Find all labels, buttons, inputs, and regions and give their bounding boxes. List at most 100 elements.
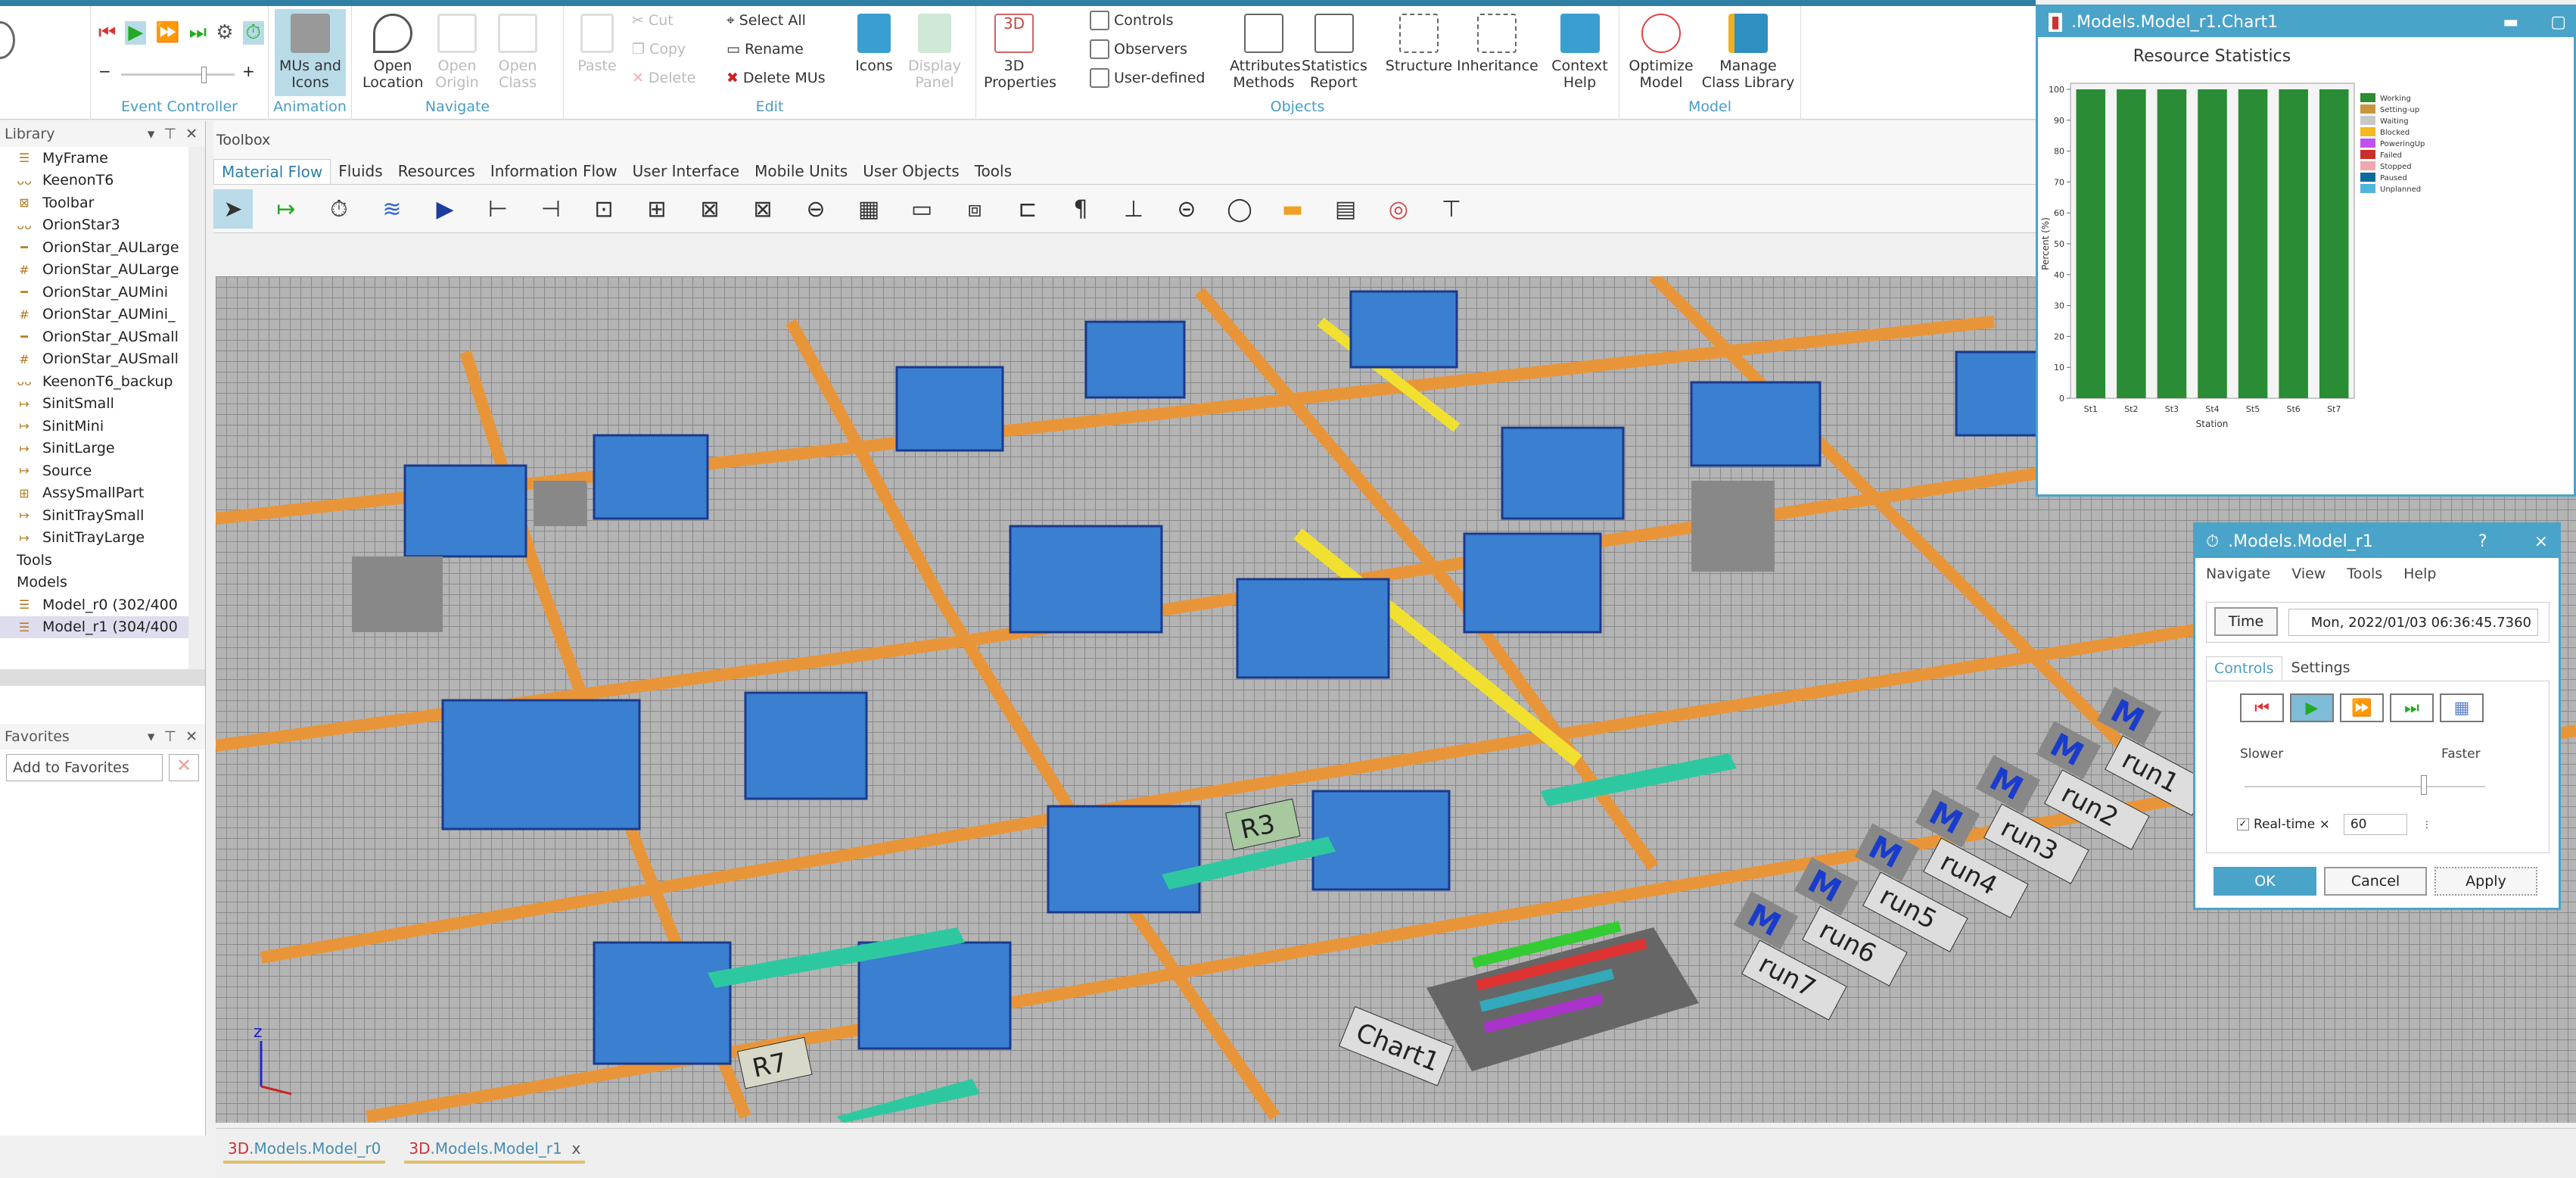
ok-button[interactable]: OK [2214, 867, 2316, 896]
inheritance-button[interactable]: Inheritance [1457, 14, 1538, 74]
help-button[interactable]: ? [2478, 532, 2487, 551]
event-controller-icon[interactable]: ⏱ [319, 189, 359, 229]
context-help-button[interactable]: Context Help [1551, 14, 1608, 91]
library-item[interactable]: ↦ SinitTraySmall [0, 504, 188, 527]
pointer-icon[interactable]: ➤ [213, 189, 253, 229]
library-item[interactable]: # OrionStar_AUMini_ [0, 304, 188, 326]
user-defined-button[interactable]: User-defined [1090, 68, 1205, 88]
library-item[interactable]: ↦ Source [0, 460, 188, 482]
dialog-titlebar[interactable]: ⏱ .Models.Model_r1 ? × [2195, 525, 2559, 558]
toolbox-tab[interactable]: Mobile Units [747, 159, 855, 184]
dialog-menu-item[interactable]: Help [2403, 566, 2436, 582]
connector-icon[interactable]: ↦ [266, 189, 306, 229]
tab-settings[interactable]: Settings [2282, 656, 2360, 680]
realtime-checkbox[interactable]: ✓ [2237, 818, 2249, 831]
cut-button[interactable]: ✂ Cut [632, 12, 674, 29]
library-item[interactable]: ━ OrionStar_AULarge [0, 236, 188, 259]
transfer-station-icon[interactable]: ◯ [1220, 189, 1259, 229]
library-item[interactable]: ᴗᴗ KeenonT6_backup [0, 370, 188, 393]
assembly-icon[interactable]: ⊠ [690, 189, 730, 229]
track-icon[interactable]: ▬ [1273, 189, 1312, 229]
play-icon[interactable]: ▶ [125, 21, 147, 45]
dialog-menu-item[interactable]: View [2291, 566, 2326, 582]
apply-button[interactable]: Apply [2434, 867, 2537, 896]
chart-window-titlebar[interactable]: ▮ .Models.Model_r1.Chart1 ▬ ▢ [2038, 7, 2574, 37]
library-item[interactable]: ⊠ Toolbar [0, 192, 188, 214]
library-item[interactable]: Tools [0, 549, 188, 572]
remove-favorite-icon[interactable]: ✕ [169, 754, 199, 781]
add-to-favorites-button[interactable]: Add to Favorites [6, 754, 163, 781]
frame-icon[interactable]: ≋ [372, 189, 412, 229]
library-item[interactable]: ⊞ AssySmallPart [0, 482, 188, 505]
two-lane-track-icon[interactable]: ▤ [1326, 189, 1365, 229]
tab-controls[interactable]: Controls [2206, 656, 2282, 680]
calendar-button[interactable]: ▦ [2440, 693, 2484, 722]
panel-controls[interactable]: ▾ ⊤ ✕ [148, 728, 198, 745]
open-class-button[interactable]: Open Class [491, 14, 544, 91]
tab-model-r0[interactable]: 3D.Models.Model_r0 [223, 1139, 386, 1164]
library-item[interactable]: # OrionStar_AUSmall [0, 348, 188, 371]
attributes-methods-button[interactable]: Attributes Methods [1230, 14, 1301, 91]
toolbox-tab[interactable]: Material Flow [213, 159, 331, 184]
speed-slider[interactable] [2245, 775, 2485, 798]
library-item[interactable]: ↦ SinitMini [0, 415, 188, 438]
controls-button[interactable]: Controls [1090, 11, 1174, 30]
slider-thumb[interactable] [2420, 775, 2427, 795]
step-button[interactable]: ⏭ [2390, 693, 2434, 722]
fast-forward-icon[interactable]: ⏩ [155, 21, 179, 45]
3d-properties-button[interactable]: 3D 3D Properties [984, 14, 1056, 91]
fast-forward-button[interactable]: ⏩ [2340, 693, 2384, 722]
library-item[interactable]: ━ OrionStar_AUSmall [0, 326, 188, 348]
manage-class-library-button[interactable]: Manage Class Library [1699, 14, 1797, 91]
speed-slider[interactable]: − + [98, 62, 257, 83]
copy-button[interactable]: ❐ Copy [632, 41, 686, 58]
start-button[interactable]: ▶ [2290, 693, 2334, 722]
plus-icon[interactable]: + [242, 62, 255, 80]
line-icon[interactable]: ⊏ [1008, 189, 1047, 229]
open-location-button[interactable]: Open Location [362, 14, 423, 91]
panel-controls[interactable]: ▾ ⊤ ✕ [148, 126, 198, 142]
sorter-icon[interactable]: ⧈ [955, 189, 994, 229]
library-item[interactable]: ↦ SinitSmall [0, 393, 188, 416]
optimize-model-button[interactable]: Optimize Model [1627, 14, 1695, 91]
display-panel-button[interactable]: Display Panel [908, 14, 961, 91]
dialog-menu-item[interactable]: Tools [2347, 566, 2382, 582]
minimize-icon[interactable]: ▬ [2503, 13, 2518, 32]
select-all-button[interactable]: ⌖ Select All [726, 12, 806, 29]
library-item[interactable]: ☰ Model_r1 (304/400 [0, 615, 188, 638]
turnplate-icon[interactable]: ⊝ [1167, 189, 1206, 229]
parallel-proc-icon[interactable]: ⊞ [637, 189, 677, 229]
library-item[interactable]: ᴗᴗ KeenonT6 [0, 170, 188, 192]
library-item[interactable]: ↦ SinitLarge [0, 438, 188, 460]
cancel-button[interactable]: Cancel [2324, 867, 2427, 896]
rename-button[interactable]: ▭ Rename [726, 41, 804, 58]
library-item[interactable]: ↦ SinitTrayLarge [0, 527, 188, 550]
maximize-icon[interactable]: ▢ [2550, 13, 2566, 32]
paste-button[interactable]: Paste [574, 14, 620, 74]
cycle-icon[interactable]: ⊖ [796, 189, 835, 229]
horizontal-scrollbar[interactable] [0, 669, 205, 686]
icons-button[interactable]: Icons [851, 14, 897, 74]
library-item[interactable]: ᴗᴗ OrionStar3 [0, 214, 188, 237]
toolbox-tab[interactable]: Information Flow [483, 159, 625, 184]
delete-mus-button[interactable]: ✖ Delete MUs [726, 70, 826, 86]
toolbox-tab[interactable]: Fluids [331, 159, 390, 184]
toolbox-tab[interactable]: User Interface [625, 159, 747, 184]
slider-thumb[interactable] [201, 67, 207, 83]
structure-button[interactable]: Structure [1385, 14, 1453, 74]
exporter-icon[interactable]: ◎ [1379, 189, 1418, 229]
open-origin-button[interactable]: Open Origin [431, 14, 484, 91]
step-icon[interactable]: ⏭ [189, 21, 207, 45]
delete-button[interactable]: ✕ Delete [632, 70, 695, 86]
drain-icon[interactable]: ⊣ [531, 189, 571, 229]
spinner-icon[interactable]: ⋮ [2422, 819, 2431, 830]
broker-icon[interactable]: ⊤ [1432, 189, 1471, 229]
reset-icon[interactable]: ⏮ [98, 21, 116, 45]
library-item[interactable]: ☰ MyFrame [0, 147, 188, 170]
close-tab-icon[interactable]: x [571, 1139, 580, 1158]
observers-button[interactable]: Observers [1090, 39, 1187, 59]
source-icon[interactable]: ⊢ [478, 189, 518, 229]
library-item[interactable]: # OrionStar_AULarge [0, 259, 188, 282]
realtime-factor-input[interactable]: 60 [2343, 814, 2407, 835]
disassembly-icon[interactable]: ⊠ [743, 189, 782, 229]
